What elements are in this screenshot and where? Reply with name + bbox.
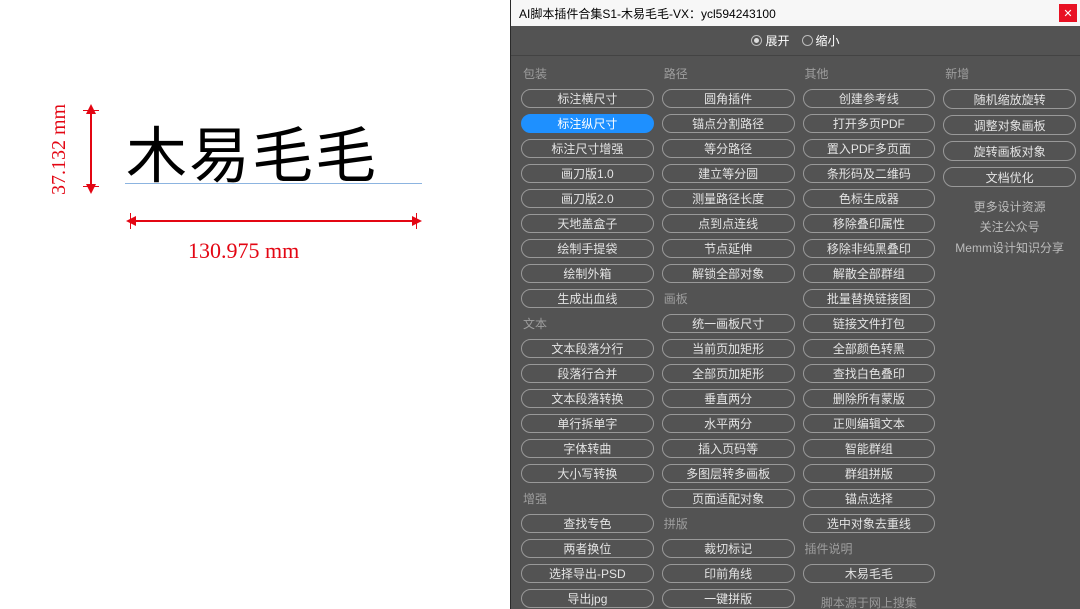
- column-2: 路径圆角插件锚点分割路径等分路径建立等分圆测量路径长度点到点连线节点延伸解锁全部…: [662, 64, 795, 601]
- horizontal-dimension-label: 130.975 mm: [188, 238, 299, 264]
- plugin-button[interactable]: 节点延伸: [662, 239, 795, 258]
- panel-title: AI脚本插件合集S1-木易毛毛-VX：ycl594243100: [519, 5, 1059, 22]
- plugin-button[interactable]: 水平两分: [662, 414, 795, 433]
- view-mode-radios: 展开 缩小: [511, 26, 1080, 56]
- text-selection-line: [125, 183, 422, 184]
- plugin-button[interactable]: 解锁全部对象: [662, 264, 795, 283]
- plugin-button[interactable]: 标注尺寸增强: [521, 139, 654, 158]
- plugin-button[interactable]: 单行拆单字: [521, 414, 654, 433]
- section-enhance: 增强: [521, 489, 654, 508]
- plugin-button[interactable]: 等分路径: [662, 139, 795, 158]
- plugin-button[interactable]: 标注纵尺寸: [521, 114, 654, 133]
- section-text: 文本: [521, 314, 654, 333]
- plugin-button[interactable]: 移除叠印属性: [803, 214, 936, 233]
- plugin-button[interactable]: 智能群组: [803, 439, 936, 458]
- plugin-button[interactable]: 点到点连线: [662, 214, 795, 233]
- section-about: 插件说明: [803, 539, 936, 558]
- plugin-button[interactable]: 批量替换链接图: [803, 289, 936, 308]
- plugin-button[interactable]: 印前角线: [662, 564, 795, 583]
- plugin-button[interactable]: 文档优化: [943, 167, 1076, 187]
- plugin-button[interactable]: 全部页加矩形: [662, 364, 795, 383]
- plugin-button[interactable]: 统一画板尺寸: [662, 314, 795, 333]
- plugin-button[interactable]: 生成出血线: [521, 289, 654, 308]
- close-button[interactable]: ✕: [1059, 4, 1077, 22]
- plugin-button[interactable]: 全部颜色转黑: [803, 339, 936, 358]
- plugin-button[interactable]: 创建参考线: [803, 89, 936, 108]
- vertical-dimension-label: 37.132 mm: [48, 104, 71, 195]
- plugin-button[interactable]: 群组拼版: [803, 464, 936, 483]
- column-1: 包装标注横尺寸标注纵尺寸标注尺寸增强画刀版1.0 画刀版2.0 天地盖盒子绘制手提袋…: [521, 64, 654, 601]
- plugin-button[interactable]: 色标生成器: [803, 189, 936, 208]
- radio-dot-icon: [802, 35, 813, 46]
- plugin-button[interactable]: 正则编辑文本: [803, 414, 936, 433]
- plugin-button[interactable]: 木易毛毛: [803, 564, 936, 583]
- plugin-button[interactable]: 旋转画板对象: [943, 141, 1076, 161]
- section-imposition: 拼版: [662, 514, 795, 533]
- plugin-button[interactable]: 建立等分圆: [662, 164, 795, 183]
- plugin-button[interactable]: 测量路径长度: [662, 189, 795, 208]
- artwork-text[interactable]: 木易毛毛: [126, 106, 378, 195]
- plugin-button[interactable]: 链接文件打包: [803, 314, 936, 333]
- radio-shrink-label: 缩小: [816, 32, 840, 49]
- plugin-button[interactable]: 标注横尺寸: [521, 89, 654, 108]
- plugin-button[interactable]: 圆角插件: [662, 89, 795, 108]
- plugin-button[interactable]: 置入PDF多页面: [803, 139, 936, 158]
- column-3: 其他创建参考线打开多页PDF 置入PDF多页面条形码及二维码色标生成器移除叠印属性…: [803, 64, 936, 601]
- radio-shrink[interactable]: 缩小: [802, 32, 840, 49]
- plugin-button[interactable]: 锚点分割路径: [662, 114, 795, 133]
- panel-title-bar[interactable]: AI脚本插件合集S1-木易毛毛-VX：ycl594243100 ✕: [511, 0, 1080, 26]
- plugin-button[interactable]: 垂直两分: [662, 389, 795, 408]
- horizontal-dimension-arrow: [134, 220, 414, 222]
- plugin-button[interactable]: 随机缩放旋转: [943, 89, 1076, 109]
- section-other: 其他: [803, 64, 936, 83]
- section-path: 路径: [662, 64, 795, 83]
- radio-expand-label: 展开: [765, 32, 789, 49]
- radio-dot-icon: [751, 35, 762, 46]
- plugin-button[interactable]: 当前页加矩形: [662, 339, 795, 358]
- plugin-button[interactable]: 字体转曲: [521, 439, 654, 458]
- plugin-button[interactable]: 打开多页PDF: [803, 114, 936, 133]
- plugin-button[interactable]: 删除所有蒙版: [803, 389, 936, 408]
- plugin-button[interactable]: 导出jpg: [521, 589, 654, 608]
- column-4: 新增随机缩放旋转调整对象画板旋转画板对象文档优化更多设计资源关注公众号Memm设…: [943, 64, 1076, 601]
- info-text: 脚本源于网上搜集版权归原作者所有: [803, 593, 936, 609]
- plugin-button[interactable]: 选择导出-PSD: [521, 564, 654, 583]
- plugin-button[interactable]: 解散全部群组: [803, 264, 936, 283]
- plugin-button[interactable]: 查找专色: [521, 514, 654, 533]
- plugin-panel: AI脚本插件合集S1-木易毛毛-VX：ycl594243100 ✕ 展开 缩小 …: [510, 0, 1080, 609]
- plugin-button[interactable]: 绘制手提袋: [521, 239, 654, 258]
- plugin-button[interactable]: 多图层转多画板: [662, 464, 795, 483]
- radio-expand[interactable]: 展开: [751, 32, 789, 49]
- plugin-button[interactable]: 页面适配对象: [662, 489, 795, 508]
- plugin-button[interactable]: 一键拼版: [662, 589, 795, 608]
- vertical-dimension-arrow: [90, 112, 92, 186]
- plugin-button[interactable]: 文本段落转换: [521, 389, 654, 408]
- plugin-button[interactable]: 调整对象画板: [943, 115, 1076, 135]
- canvas-area: 37.132 mm 木易毛毛 130.975 mm: [0, 0, 510, 609]
- plugin-button[interactable]: 画刀版2.0: [521, 189, 654, 208]
- plugin-button[interactable]: 插入页码等: [662, 439, 795, 458]
- plugin-button[interactable]: 天地盖盒子: [521, 214, 654, 233]
- section-new: 新增: [943, 64, 1076, 83]
- plugin-button[interactable]: 绘制外箱: [521, 264, 654, 283]
- info-text: 更多设计资源关注公众号Memm设计知识分享: [943, 197, 1076, 258]
- button-columns: 包装标注横尺寸标注纵尺寸标注尺寸增强画刀版1.0 画刀版2.0 天地盖盒子绘制手提袋…: [511, 56, 1080, 609]
- plugin-button[interactable]: 画刀版1.0: [521, 164, 654, 183]
- plugin-button[interactable]: 两者换位: [521, 539, 654, 558]
- plugin-button[interactable]: 段落行合并: [521, 364, 654, 383]
- plugin-button[interactable]: 文本段落分行: [521, 339, 654, 358]
- plugin-button[interactable]: 锚点选择: [803, 489, 936, 508]
- plugin-button[interactable]: 大小写转换: [521, 464, 654, 483]
- plugin-button[interactable]: 条形码及二维码: [803, 164, 936, 183]
- section-artboard: 画板: [662, 289, 795, 308]
- section-packaging: 包装: [521, 64, 654, 83]
- plugin-button[interactable]: 选中对象去重线: [803, 514, 936, 533]
- plugin-button[interactable]: 移除非纯黑叠印: [803, 239, 936, 258]
- plugin-button[interactable]: 查找白色叠印: [803, 364, 936, 383]
- plugin-button[interactable]: 裁切标记: [662, 539, 795, 558]
